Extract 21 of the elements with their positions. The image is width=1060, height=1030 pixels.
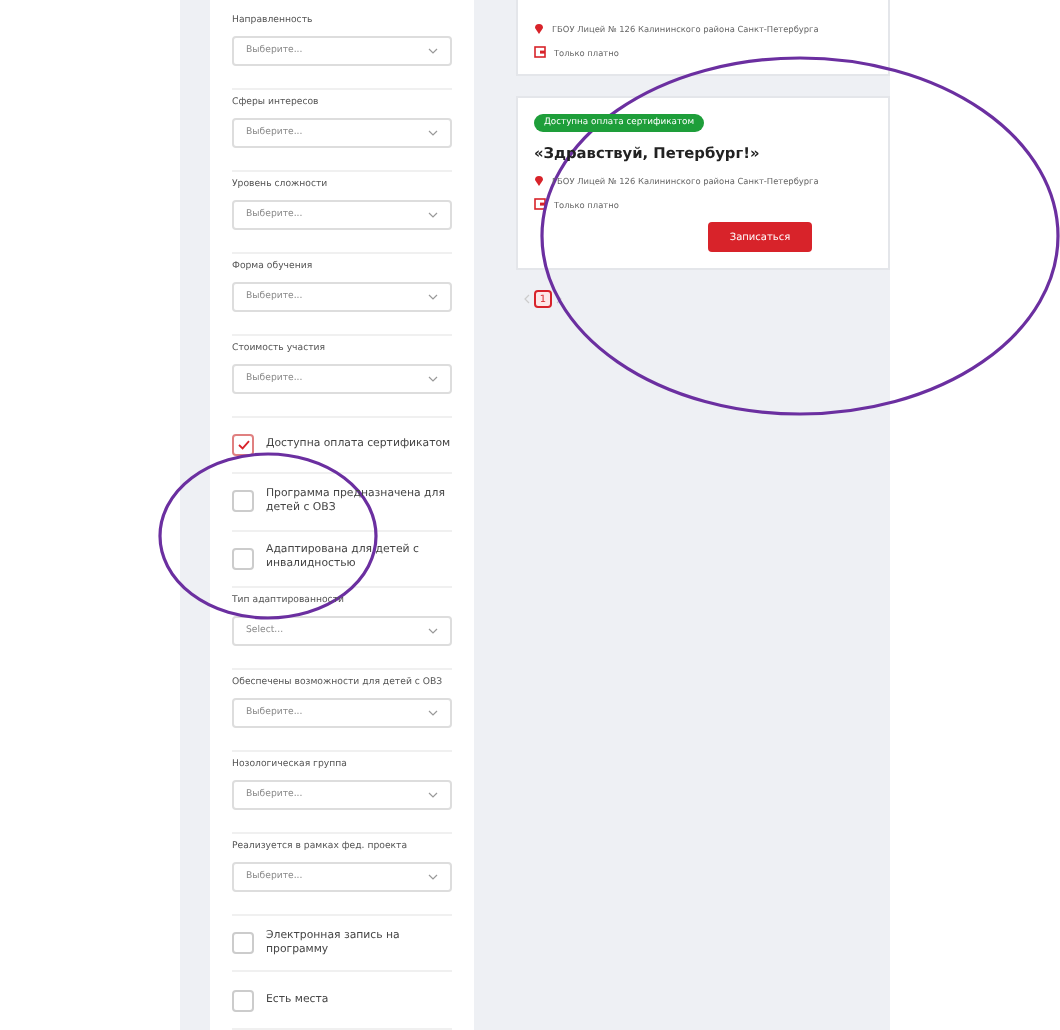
checkbox[interactable] <box>232 989 254 1012</box>
map-pin-icon <box>534 174 544 186</box>
wallet-icon <box>534 46 546 58</box>
chevron-down-icon <box>428 211 438 218</box>
check-icon <box>237 439 249 450</box>
chevron-down-icon <box>428 792 438 799</box>
chevron-down-icon <box>428 628 438 635</box>
checkbox[interactable] <box>232 433 254 456</box>
chevron-down-icon <box>428 710 438 717</box>
checkbox[interactable] <box>232 932 254 955</box>
map-pin-icon <box>534 22 544 34</box>
chevron-down-icon <box>428 375 438 382</box>
chevron-down-icon <box>428 129 438 136</box>
chevron-down-icon <box>428 293 438 300</box>
chevron-right-icon[interactable] <box>556 294 562 304</box>
chevron-down-icon <box>428 874 438 881</box>
checkbox[interactable] <box>232 547 254 570</box>
wallet-icon <box>534 198 546 210</box>
chevron-left-icon[interactable] <box>524 294 530 304</box>
checkbox[interactable] <box>232 490 254 513</box>
chevron-down-icon <box>428 48 438 54</box>
